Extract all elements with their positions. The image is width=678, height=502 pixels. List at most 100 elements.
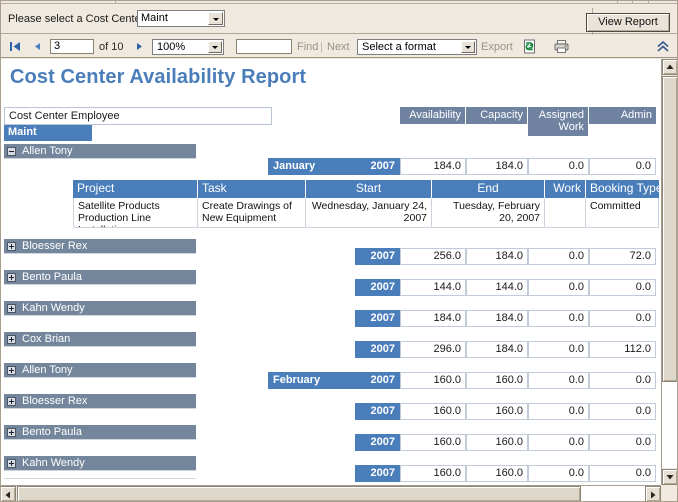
availability-value: 160.0 bbox=[400, 403, 466, 420]
assigned-work-value: 0.0 bbox=[528, 279, 589, 296]
horizontal-scrollbar[interactable] bbox=[0, 485, 678, 502]
detail-header-start: Start bbox=[306, 180, 432, 198]
month-cell-year-only: 2007 bbox=[355, 310, 400, 327]
year-label: 2007 bbox=[370, 160, 395, 172]
assigned-work-value: 0.0 bbox=[528, 372, 589, 389]
employee-row-kahn-wendy-feb[interactable]: Kahn Wendy bbox=[4, 456, 196, 471]
view-report-button[interactable]: View Report bbox=[586, 13, 670, 32]
year-label: 2007 bbox=[370, 312, 395, 324]
previous-page-icon[interactable] bbox=[31, 40, 44, 53]
find-input[interactable] bbox=[236, 39, 292, 54]
expand-icon[interactable] bbox=[7, 459, 16, 468]
employee-row-bloesser-rex-jan[interactable]: Bloesser Rex bbox=[4, 239, 196, 254]
month-label: January bbox=[273, 160, 316, 172]
assigned-work-value: 0.0 bbox=[528, 403, 589, 420]
cost-center-selected-value: Maint bbox=[141, 12, 168, 24]
employee-name: Kahn Wendy bbox=[22, 457, 85, 469]
employee-name: Allen Tony bbox=[22, 145, 73, 157]
export-format-select[interactable]: Select a format bbox=[357, 39, 477, 55]
month-label: February bbox=[273, 374, 321, 386]
year-label: 2007 bbox=[370, 405, 395, 417]
chevron-down-icon[interactable] bbox=[208, 12, 223, 25]
availability-value: 184.0 bbox=[400, 310, 466, 327]
admin-value: 0.0 bbox=[589, 465, 656, 482]
month-cell-year-only: 2007 bbox=[355, 465, 400, 482]
employee-name: Kahn Wendy bbox=[22, 302, 85, 314]
find-button[interactable]: Find bbox=[297, 41, 318, 53]
scroll-up-button[interactable] bbox=[662, 59, 678, 75]
chevron-down-icon[interactable] bbox=[461, 41, 475, 53]
employee-name: Cox Brian bbox=[22, 333, 71, 345]
detail-header-work: Work bbox=[545, 180, 586, 198]
detail-header-end: End bbox=[432, 180, 545, 198]
capacity-value: 184.0 bbox=[466, 248, 528, 265]
scroll-down-button[interactable] bbox=[662, 469, 678, 485]
month-cell-january: January 2007 bbox=[268, 158, 400, 175]
employee-row-allen-tony-feb[interactable]: Allen Tony bbox=[4, 363, 196, 378]
collapse-icon[interactable] bbox=[7, 147, 16, 156]
vertical-scrollbar[interactable] bbox=[661, 59, 678, 485]
detail-cell-project: Satellite Products Production Line Insta… bbox=[73, 198, 198, 228]
find-next-separator: | bbox=[320, 41, 323, 53]
scroll-left-button[interactable] bbox=[0, 486, 16, 502]
assigned-work-value: 0.0 bbox=[528, 434, 589, 451]
capacity-value: 160.0 bbox=[466, 372, 528, 389]
find-next-button[interactable]: Next bbox=[327, 41, 350, 53]
admin-value: 0.0 bbox=[589, 434, 656, 451]
zoom-select[interactable]: 100% bbox=[152, 39, 224, 55]
print-icon[interactable] bbox=[553, 38, 570, 55]
chevron-down-icon[interactable] bbox=[208, 41, 222, 53]
expand-icon[interactable] bbox=[7, 397, 16, 406]
horizontal-scrollbar-thumb[interactable] bbox=[17, 486, 581, 502]
admin-value: 0.0 bbox=[589, 403, 656, 420]
export-button[interactable]: Export bbox=[481, 41, 513, 53]
year-label: 2007 bbox=[370, 343, 395, 355]
employee-row-cox-brian-jan[interactable]: Cox Brian bbox=[4, 332, 196, 347]
cost-center-label: Please select a Cost Center bbox=[8, 13, 145, 25]
month-cell-year-only: 2007 bbox=[355, 434, 400, 451]
detail-cell-work bbox=[545, 198, 586, 228]
expand-icon[interactable] bbox=[7, 428, 16, 437]
expand-icon[interactable] bbox=[7, 304, 16, 313]
capacity-value: 144.0 bbox=[466, 279, 528, 296]
employee-row-bento-paula-feb[interactable]: Bento Paula bbox=[4, 425, 196, 440]
employee-name: Bento Paula bbox=[22, 271, 82, 283]
cost-center-employee-field[interactable]: Cost Center Employee bbox=[4, 107, 272, 125]
availability-value: 256.0 bbox=[400, 248, 466, 265]
employee-row-allen-tony-jan[interactable]: Allen Tony bbox=[4, 144, 196, 159]
page-count-label: of 10 bbox=[99, 41, 124, 53]
employee-name: Bloesser Rex bbox=[22, 240, 88, 252]
admin-value: 0.0 bbox=[589, 158, 656, 175]
cost-center-select[interactable]: Maint bbox=[137, 10, 225, 27]
refresh-icon[interactable] bbox=[521, 38, 538, 55]
availability-value: 160.0 bbox=[400, 372, 466, 389]
month-cell-year-only: 2007 bbox=[355, 248, 400, 265]
detail-cell-end: Tuesday, February 20, 2007 bbox=[432, 198, 545, 228]
detail-cell-booking-type: Committed bbox=[586, 198, 659, 228]
expand-icon[interactable] bbox=[7, 366, 16, 375]
detail-cell-task: Create Drawings of New Equipment bbox=[198, 198, 306, 228]
chevron-up-icon[interactable] bbox=[656, 40, 670, 53]
expand-icon[interactable] bbox=[7, 335, 16, 344]
employee-row-bloesser-rex-feb[interactable]: Bloesser Rex bbox=[4, 394, 196, 409]
scrollbar-corner bbox=[661, 485, 678, 502]
detail-cell-start: Wednesday, January 24, 2007 bbox=[306, 198, 432, 228]
employee-row-kahn-wendy-jan[interactable]: Kahn Wendy bbox=[4, 301, 196, 316]
page-number-input[interactable]: 3 bbox=[50, 39, 94, 54]
employee-list-divider bbox=[4, 478, 196, 479]
year-label: 2007 bbox=[370, 436, 395, 448]
scroll-right-button[interactable] bbox=[645, 486, 661, 502]
year-label: 2007 bbox=[370, 250, 395, 262]
employee-row-bento-paula-jan[interactable]: Bento Paula bbox=[4, 270, 196, 285]
expand-icon[interactable] bbox=[7, 242, 16, 251]
next-page-icon[interactable] bbox=[133, 40, 146, 53]
vertical-scrollbar-thumb[interactable] bbox=[662, 76, 678, 382]
assigned-work-value: 0.0 bbox=[528, 341, 589, 358]
month-cell-february: February 2007 bbox=[268, 372, 400, 389]
availability-value: 296.0 bbox=[400, 341, 466, 358]
year-label: 2007 bbox=[370, 281, 395, 293]
column-header-availability: Availability bbox=[400, 107, 466, 124]
expand-icon[interactable] bbox=[7, 273, 16, 282]
report-viewer-window: Please select a Cost Center Maint View R… bbox=[0, 0, 678, 502]
first-page-icon[interactable] bbox=[9, 40, 22, 53]
